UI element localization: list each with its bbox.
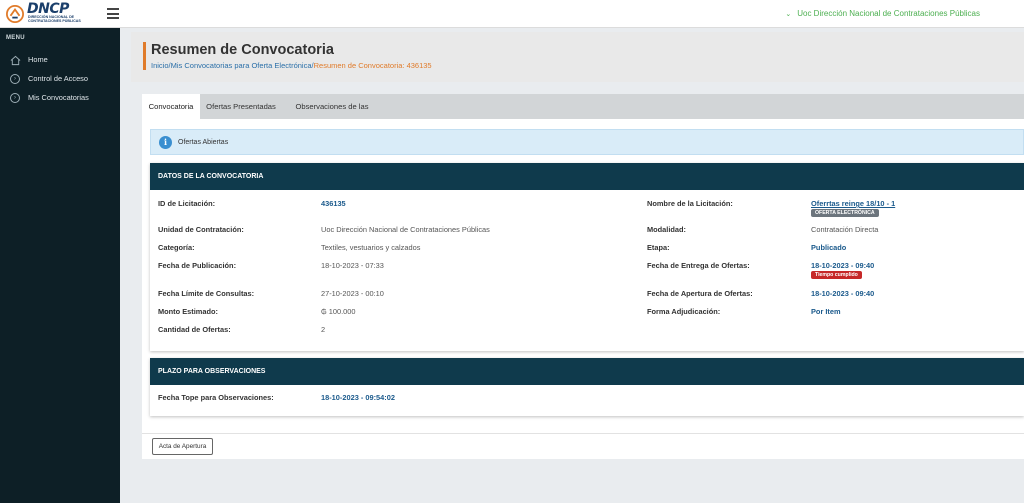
organization-name: Uoc Dirección Nacional de Contrataciones… xyxy=(797,9,980,18)
title-accent-bar xyxy=(143,42,146,70)
panel-header: DATOS DE LA CONVOCATORIA xyxy=(150,163,1024,190)
field-label: Fecha de Apertura de Ofertas: xyxy=(647,289,753,298)
nombre-licitacion-link[interactable]: Oferrtas reinge 18/10 - 1 xyxy=(811,199,895,208)
info-icon: i xyxy=(159,136,172,149)
fecha-limite-consultas: 27-10-2023 - 00:10 xyxy=(321,289,384,298)
field-label: Modalidad: xyxy=(647,225,687,234)
menu-toggle-icon[interactable] xyxy=(107,8,119,19)
datos-convocatoria-panel: DATOS DE LA CONVOCATORIA ID de Licitació… xyxy=(150,163,1024,351)
tab-content: i Ofertas Abiertas DATOS DE LA CONVOCATO… xyxy=(142,119,1024,459)
sidebar-item-label: Mis Convocatorias xyxy=(28,93,89,102)
tab-ofertas-presentadas[interactable]: Ofertas Presentadas xyxy=(202,94,280,119)
top-bar: DNCP Dirección Nacional de Contratacione… xyxy=(0,0,1024,28)
tab-convocatoria[interactable]: Convocatoria xyxy=(142,94,200,119)
breadcrumb-mis-convocatorias[interactable]: Mis Convocatorias para Oferta Electrónic… xyxy=(171,61,312,70)
sidebar-item-label: Control de Acceso xyxy=(28,74,88,83)
fecha-tope-observaciones: 18-10-2023 - 09:54:02 xyxy=(321,393,395,402)
field-label: Fecha de Publicación: xyxy=(158,261,237,270)
field-label: Monto Estimado: xyxy=(158,307,218,316)
cantidad-ofertas: 2 xyxy=(321,325,326,334)
logo-mark-icon xyxy=(6,5,24,23)
sidebar-item-label: Home xyxy=(28,55,48,64)
field-label: Unidad de Contratación: xyxy=(158,225,244,234)
breadcrumb-inicio[interactable]: Inicio xyxy=(151,61,169,70)
fecha-publicacion: 18-10-2023 - 07:33 xyxy=(321,261,384,270)
fecha-entrega-ofertas: 18-10-2023 - 09:40 xyxy=(811,261,875,270)
field-label: Nombre de la Licitación: xyxy=(647,199,733,208)
sidebar: MENU Home › Control de Acceso › Mis Conv… xyxy=(0,28,120,503)
tiempo-cumplido-badge: Tiempo cumplido xyxy=(811,271,862,279)
sidebar-item-mis-convocatorias[interactable]: › Mis Convocatorias xyxy=(0,90,120,108)
field-label: Forma Adjudicación: xyxy=(647,307,721,316)
status-alert: i Ofertas Abiertas xyxy=(150,129,1024,155)
monto-estimado: ₲ 100.000 xyxy=(321,307,356,316)
logo-subtitle: Dirección Nacional de Contrataciones Púb… xyxy=(28,15,81,23)
chevron-right-circle-icon: › xyxy=(10,93,20,103)
alert-text: Ofertas Abiertas xyxy=(178,139,229,146)
chevron-right-circle-icon: › xyxy=(10,74,20,84)
sidebar-title: MENU xyxy=(6,35,25,41)
page-header: Resumen de Convocatoria Inicio/Mis Convo… xyxy=(131,32,1024,82)
organization-selector[interactable]: ⌄ Uoc Dirección Nacional de Contratacione… xyxy=(785,9,980,18)
oferta-electronica-badge: OFERTA ELECTRÓNICA xyxy=(811,209,879,217)
field-label: Cantidad de Ofertas: xyxy=(158,325,231,334)
chevron-down-icon: ⌄ xyxy=(785,11,792,18)
page-title: Resumen de Convocatoria xyxy=(151,42,334,58)
licitacion-id: 436135 xyxy=(321,199,346,208)
footer-divider xyxy=(142,433,1024,434)
unidad-contratacion: Uoc Dirección Nacional de Contrataciones… xyxy=(321,225,490,234)
modalidad: Contratación Directa xyxy=(811,225,879,234)
field-label: Fecha Límite de Consultas: xyxy=(158,289,255,298)
forma-adjudicacion: Por Item xyxy=(811,307,841,316)
field-label: Etapa: xyxy=(647,243,670,252)
dncp-logo[interactable]: DNCP Dirección Nacional de Contratacione… xyxy=(6,1,96,25)
field-label: Fecha de Entrega de Ofertas: xyxy=(647,261,750,270)
acta-apertura-button[interactable]: Acta de Apertura xyxy=(152,438,213,455)
plazo-observaciones-panel: PLAZO PARA OBSERVACIONES Fecha Tope para… xyxy=(150,358,1024,416)
panel-header: PLAZO PARA OBSERVACIONES xyxy=(150,358,1024,385)
tab-observaciones-ofertas[interactable]: Observaciones de las Ofertas xyxy=(282,94,382,136)
sidebar-item-home[interactable]: Home xyxy=(0,52,120,70)
categoria: Textiles, vestuarios y calzados xyxy=(321,243,421,252)
field-label: Categoría: xyxy=(158,243,195,252)
sidebar-item-control-de-acceso[interactable]: › Control de Acceso xyxy=(0,71,120,89)
fecha-apertura-ofertas: 18-10-2023 - 09:40 xyxy=(811,289,875,298)
field-label: Fecha Tope para Observaciones: xyxy=(158,393,274,402)
field-label: ID de Licitación: xyxy=(158,199,216,208)
home-icon xyxy=(10,55,21,66)
breadcrumb: Inicio/Mis Convocatorias para Oferta Ele… xyxy=(151,61,432,70)
breadcrumb-current: Resumen de Convocatoria: 436135 xyxy=(313,61,432,70)
tab-bar: Convocatoria Ofertas Presentadas Observa… xyxy=(142,94,1024,136)
etapa: Publicado xyxy=(811,243,847,252)
